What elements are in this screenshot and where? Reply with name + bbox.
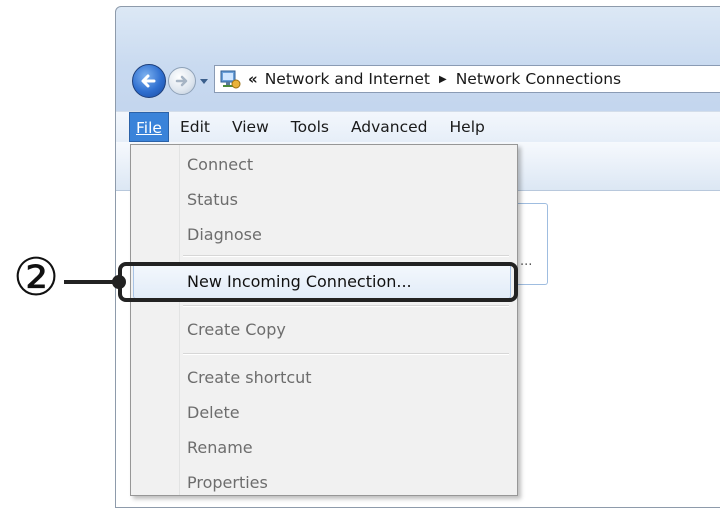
menu-item-delete[interactable]: Delete: [187, 403, 240, 422]
menu-item-properties[interactable]: Properties: [187, 473, 268, 492]
breadcrumb-overflow[interactable]: «: [248, 70, 258, 88]
recent-pages-dropdown-icon[interactable]: [199, 76, 209, 86]
menu-bar: File Edit View Tools Advanced Help: [116, 111, 720, 142]
menu-view[interactable]: View: [221, 112, 280, 142]
menu-tools[interactable]: Tools: [280, 112, 340, 142]
menu-item-rename[interactable]: Rename: [187, 438, 253, 457]
menu-edit[interactable]: Edit: [169, 112, 221, 142]
breadcrumb-separator-icon[interactable]: ▶: [439, 74, 447, 85]
breadcrumb-network-and-internet[interactable]: Network and Internet: [265, 70, 430, 88]
back-arrow-icon: [141, 74, 156, 88]
file-menu-dropdown: Connect Status Diagnose New Incoming Con…: [130, 144, 518, 496]
breadcrumb-network-connections[interactable]: Network Connections: [456, 70, 621, 88]
navigation-bar: « Network and Internet ▶ Network Connect…: [116, 59, 720, 101]
menu-help[interactable]: Help: [439, 112, 496, 142]
forward-arrow-icon: [175, 75, 188, 87]
callout-highlight-box: [118, 262, 518, 302]
callout-step-number: ②: [12, 248, 60, 308]
menu-item-create-copy[interactable]: Create Copy: [187, 320, 286, 339]
menu-icon-gutter: [131, 145, 180, 495]
menu-separator: [183, 305, 509, 307]
menu-advanced[interactable]: Advanced: [340, 112, 439, 142]
menu-file-label: File: [136, 119, 162, 137]
menu-item-create-shortcut[interactable]: Create shortcut: [187, 368, 312, 387]
back-button[interactable]: [132, 64, 166, 98]
menu-item-diagnose[interactable]: Diagnose: [187, 225, 262, 244]
address-bar[interactable]: « Network and Internet ▶ Network Connect…: [214, 65, 720, 93]
callout-leader-dot: [112, 275, 126, 289]
menu-item-status[interactable]: Status: [187, 190, 238, 209]
forward-button[interactable]: [168, 67, 196, 95]
connection-tile-ellipsis: ...: [520, 254, 533, 269]
menu-item-connect[interactable]: Connect: [187, 155, 253, 174]
network-folder-icon: [220, 70, 241, 89]
menu-separator: [183, 353, 509, 355]
menu-separator: [183, 255, 509, 257]
menu-file[interactable]: File: [129, 112, 169, 142]
